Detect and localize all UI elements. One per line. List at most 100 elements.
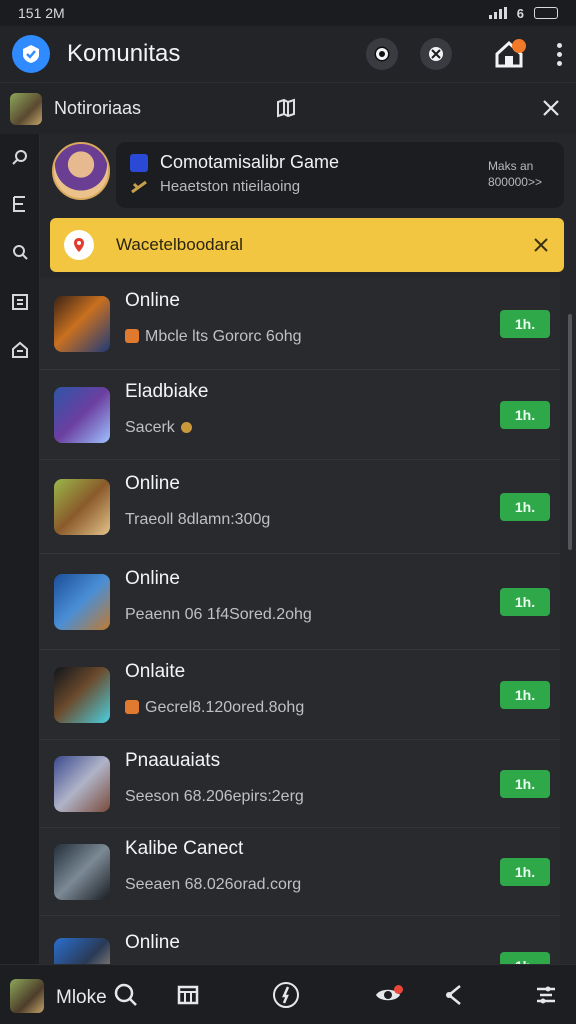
game-info-box[interactable]: Comotamisalibr Game Heaetston ntieilaoin… (116, 142, 564, 208)
row-subtitle-text: Seeaen 68.026orad.corg (125, 876, 302, 893)
battery-icon (534, 7, 558, 19)
page-title: Komunitas (67, 40, 181, 67)
list-item[interactable]: OnlinePreson 04 4ad Nuing1h. (40, 916, 560, 964)
share-icon[interactable] (440, 981, 468, 1009)
app-bar: Komunitas (0, 26, 576, 82)
status-badge[interactable]: 1h. (500, 681, 550, 709)
close-icon[interactable] (532, 236, 550, 254)
list-item[interactable]: Eladbiake Sacerk 1h. (40, 370, 560, 460)
row-subtitle-text: Sacerk (125, 419, 175, 436)
calendar-icon[interactable] (174, 981, 202, 1009)
row-title: Online (125, 568, 180, 589)
game-thumbnail[interactable] (54, 479, 110, 535)
row-subtitle: Mbcle lts Gororc 6ohg (125, 328, 302, 346)
status-badge[interactable]: 1h. (500, 952, 550, 964)
search-icon[interactable] (112, 981, 140, 1009)
row-title: Pnaauaiats (125, 750, 221, 771)
row-title: Online (125, 290, 180, 311)
game-thumbnail[interactable] (54, 756, 110, 812)
game-meta[interactable]: Maks an 800000>> (488, 158, 542, 190)
row-title: Kalibe Canect (125, 838, 244, 859)
home-button[interactable] (492, 37, 526, 71)
chat-button[interactable] (366, 38, 398, 70)
settings-button[interactable] (420, 38, 452, 70)
row-subtitle: Seeson 68.206epirs:2erg (125, 788, 304, 806)
row-subtitle: Peaenn 06 1f4Sored.2ohg (125, 606, 312, 624)
game-mini-icon (125, 329, 139, 343)
status-badge[interactable]: 1h. (500, 770, 550, 798)
notification-dot (394, 985, 403, 994)
game-avatar[interactable] (52, 142, 110, 200)
row-subtitle-text: Seeson 68.206epirs:2erg (125, 788, 304, 805)
profile-avatar[interactable] (10, 979, 44, 1013)
coin-icon (180, 422, 192, 433)
chat-icon (374, 46, 390, 62)
game-badge-icon (130, 154, 148, 172)
status-time: 151 2M (18, 5, 65, 21)
status-badge[interactable]: 1h. (500, 401, 550, 429)
notification-dot (512, 39, 526, 53)
network-label: 6 (516, 5, 524, 21)
scrollbar[interactable] (568, 314, 572, 550)
side-rail (0, 134, 40, 964)
status-bar: 151 2M 6 (0, 0, 576, 26)
row-subtitle-text: Mbcle lts Gororc 6ohg (145, 328, 302, 345)
game-thumbnail[interactable] (54, 574, 110, 630)
row-title: Online (125, 932, 180, 953)
more-icon[interactable] (554, 42, 564, 66)
row-subtitle-text: Traeoll 8dlamn:300g (125, 511, 271, 528)
row-subtitle-text: Gecrel8.120ored.8ohg (145, 699, 305, 716)
game-meta-line1: Maks an (487, 159, 534, 173)
status-badge[interactable]: 1h. (500, 858, 550, 886)
game-thumbnail[interactable] (54, 296, 110, 352)
row-subtitle: Sacerk (125, 419, 192, 437)
row-title: Onlaite (125, 661, 186, 682)
signal-icon (488, 7, 507, 19)
bottom-label[interactable]: Mloke (56, 987, 107, 1009)
weapon-icon (131, 180, 147, 194)
filter-icon[interactable] (532, 981, 560, 1009)
alert-text: Wacetelboodaral (116, 235, 243, 254)
compass-icon[interactable] (272, 981, 300, 1009)
list-item[interactable]: Online Mbcle lts Gororc 6ohg 1h. (40, 278, 560, 370)
row-subtitle-text: Peaenn 06 1f4Sored.2ohg (125, 606, 312, 623)
list-item[interactable]: Online Peaenn 06 1f4Sored.2ohg 1h. (40, 554, 560, 650)
list-item[interactable]: Kalibe Canect Seeaen 68.026orad.corg 1h. (40, 828, 560, 916)
game-card[interactable]: Comotamisalibr Game Heaetston ntieilaoin… (52, 140, 564, 214)
game-meta-line2: 800000>> (487, 175, 542, 189)
main-content: Comotamisalibr Game Heaetston ntieilaoin… (40, 134, 576, 964)
shield-logo-icon[interactable] (12, 35, 50, 73)
game-title: Comotamisalibr Game (160, 152, 340, 172)
row-title: Eladbiake (125, 381, 209, 402)
game-mini-icon (125, 700, 139, 714)
game-thumbnail[interactable] (54, 387, 110, 443)
list-item[interactable]: Onlaite Gecrel8.120ored.8ohg 1h. (40, 650, 560, 740)
section-header: Notiroriaas (0, 82, 576, 134)
bag-icon[interactable] (10, 340, 30, 360)
game-thumbnail[interactable] (54, 667, 110, 723)
list-item[interactable]: Online Traeoll 8dlamn:300g 1h. (40, 460, 560, 554)
row-subtitle: Gecrel8.120ored.8ohg (125, 699, 304, 717)
row-subtitle: Seeaen 68.026orad.corg (125, 876, 301, 894)
row-title: Online (125, 473, 180, 494)
document-icon[interactable] (10, 194, 30, 214)
search-icon[interactable] (10, 148, 30, 168)
settings-icon (429, 47, 443, 61)
section-title: Notiroriaas (54, 98, 142, 118)
game-thumbnail[interactable] (54, 844, 110, 900)
game-subtitle: Heaetston ntieilaoing (160, 178, 301, 195)
search-user-icon[interactable] (10, 242, 30, 262)
status-icons: 6 (488, 5, 558, 21)
alert-icon (64, 230, 94, 260)
close-icon[interactable] (540, 97, 562, 119)
list-item[interactable]: Pnaauaiats Seeson 68.206epirs:2erg 1h. (40, 740, 560, 828)
alert-banner[interactable]: Wacetelboodaral (50, 218, 564, 272)
status-badge[interactable]: 1h. (500, 493, 550, 521)
status-badge[interactable]: 1h. (500, 588, 550, 616)
grid-icon[interactable] (10, 292, 30, 312)
section-avatar[interactable] (10, 92, 42, 125)
status-badge[interactable]: 1h. (500, 310, 550, 338)
game-thumbnail[interactable] (54, 938, 110, 964)
map-icon[interactable] (274, 96, 298, 120)
bottom-bar: Mloke (0, 964, 576, 1024)
